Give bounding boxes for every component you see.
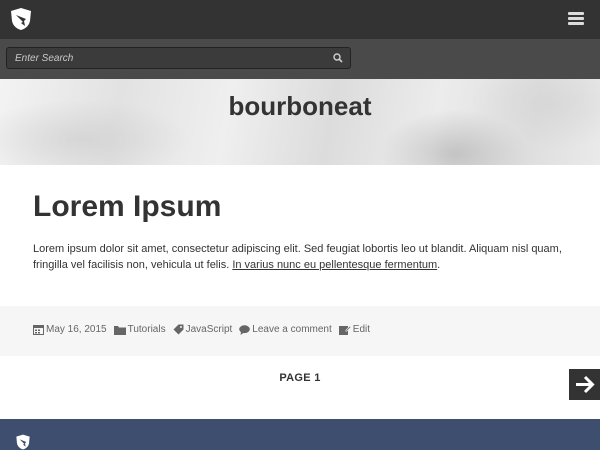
post-body-link[interactable]: In varius nunc eu pellentesque fermentum (232, 259, 437, 271)
post-date-label: May 16, 2015 (46, 324, 107, 335)
post-meta-bar: May 16, 2015 Tutorials JavaScript Leave … (0, 306, 600, 356)
site-title[interactable]: bourboneat (0, 91, 600, 122)
edit-icon (338, 325, 351, 335)
post-comment[interactable]: Leave a comment (239, 324, 332, 335)
search-input[interactable] (7, 48, 327, 68)
post-body-end: . (437, 259, 441, 271)
site-footer (0, 419, 600, 450)
comment-icon (239, 324, 251, 335)
tag-icon (173, 324, 184, 335)
post-tag-label: JavaScript (185, 324, 233, 335)
folder-icon (113, 325, 126, 335)
post-category[interactable]: Tutorials (113, 324, 166, 335)
post-tag[interactable]: JavaScript (173, 324, 233, 335)
arrow-right-icon (576, 375, 595, 394)
post-edit-label: Edit (352, 324, 371, 335)
shield-quill-icon[interactable] (9, 7, 33, 31)
shield-quill-icon[interactable] (15, 434, 31, 450)
search-box (6, 47, 351, 69)
search-icon[interactable] (332, 52, 344, 64)
page-indicator: PAGE 1 (279, 372, 321, 384)
next-page-button[interactable] (569, 369, 600, 400)
top-bar (0, 0, 600, 39)
post-date[interactable]: May 16, 2015 (33, 324, 107, 335)
post-edit[interactable]: Edit (338, 324, 371, 335)
calendar-icon (33, 325, 44, 335)
search-bar (0, 39, 600, 79)
hamburger-menu-icon[interactable] (568, 12, 584, 26)
site-header-banner: bourboneat (0, 79, 600, 165)
post-comment-label: Leave a comment (252, 324, 332, 335)
post-category-label: Tutorials (127, 324, 166, 335)
post-body: Lorem ipsum dolor sit amet, consectetur … (33, 241, 573, 273)
post-title[interactable]: Lorem Ipsum (33, 190, 221, 224)
